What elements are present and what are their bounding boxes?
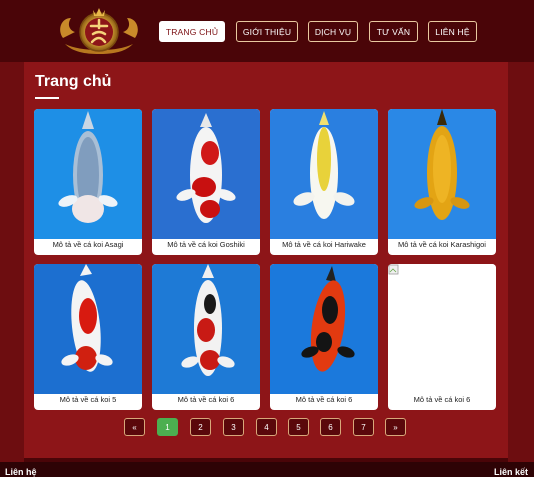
koi-card[interactable]: Mô tả về cá koi Goshiki [152,109,260,255]
pagination-page[interactable]: 1 [157,418,178,436]
site-header: TRANG CHỦ GIỚI THIỆU DỊCH VỤ TƯ VẤN LIÊN… [0,0,534,62]
nav-item-about[interactable]: GIỚI THIỆU [236,21,298,42]
koi-card[interactable]: Mô tả về cá koi Karashigoi [388,109,496,255]
koi-card[interactable]: Mô tả về cá koi 6 [270,264,378,410]
koi-card[interactable]: Mô tả về cá koi 5 [34,264,142,410]
site-footer: Liên hệ Liên kết [0,462,534,477]
koi-caption: Mô tả về cá koi Hariwake [282,240,366,249]
footer-links-heading: Liên kết [493,467,528,477]
koi-image [34,109,142,239]
right-sidebar-bg [508,62,534,462]
koi-caption: Mô tả về cá koi 5 [59,395,117,404]
koi-caption: Mô tả về cá koi 6 [413,395,471,404]
pagination-page[interactable]: 2 [190,418,211,436]
koi-image [34,264,142,394]
pagination-page[interactable]: 3 [223,418,244,436]
nav-item-services[interactable]: DỊCH VỤ [308,21,358,42]
footer-contact-heading: Liên hệ [5,467,37,477]
nav-item-contact[interactable]: LIÊN HỆ [428,21,477,42]
koi-caption: Mô tả về cá koi 6 [295,395,353,404]
koi-card[interactable]: Mô tả về cá koi 6 [152,264,260,410]
koi-caption: Mô tả về cá koi 6 [177,395,235,404]
koi-card[interactable]: Mô tả về cá koi Asagi [34,109,142,255]
pagination-page[interactable]: 6 [320,418,341,436]
koi-image [152,109,260,239]
nav-item-home[interactable]: TRANG CHỦ [159,21,225,42]
pagination-page[interactable]: 5 [288,418,309,436]
koi-caption: Mô tả về cá koi Karashigoi [398,240,486,249]
page-title: Trang chủ [35,73,112,90]
koi-image [270,264,378,394]
koi-image [270,109,378,239]
koi-caption: Mô tả về cá koi Goshiki [167,240,245,249]
koi-caption: Mô tả về cá koi Asagi [52,240,124,249]
koi-image [388,109,496,239]
title-underline [35,97,59,99]
site-logo[interactable] [55,4,143,58]
main-content: Trang chủ Mô tả về cá koi Asagi Mô tả về… [24,62,508,458]
koi-card[interactable]: Mô tả về cá koi 6 [388,264,496,410]
pagination-page[interactable]: 4 [256,418,277,436]
pagination-next[interactable]: » [385,418,406,436]
left-sidebar-bg [0,62,24,462]
pagination-page[interactable]: 7 [353,418,374,436]
pagination-prev[interactable]: « [124,418,145,436]
koi-image [152,264,260,394]
nav-item-consult[interactable]: TƯ VẤN [369,21,418,42]
broken-image-icon [388,264,496,394]
koi-card[interactable]: Mô tả về cá koi Hariwake [270,109,378,255]
